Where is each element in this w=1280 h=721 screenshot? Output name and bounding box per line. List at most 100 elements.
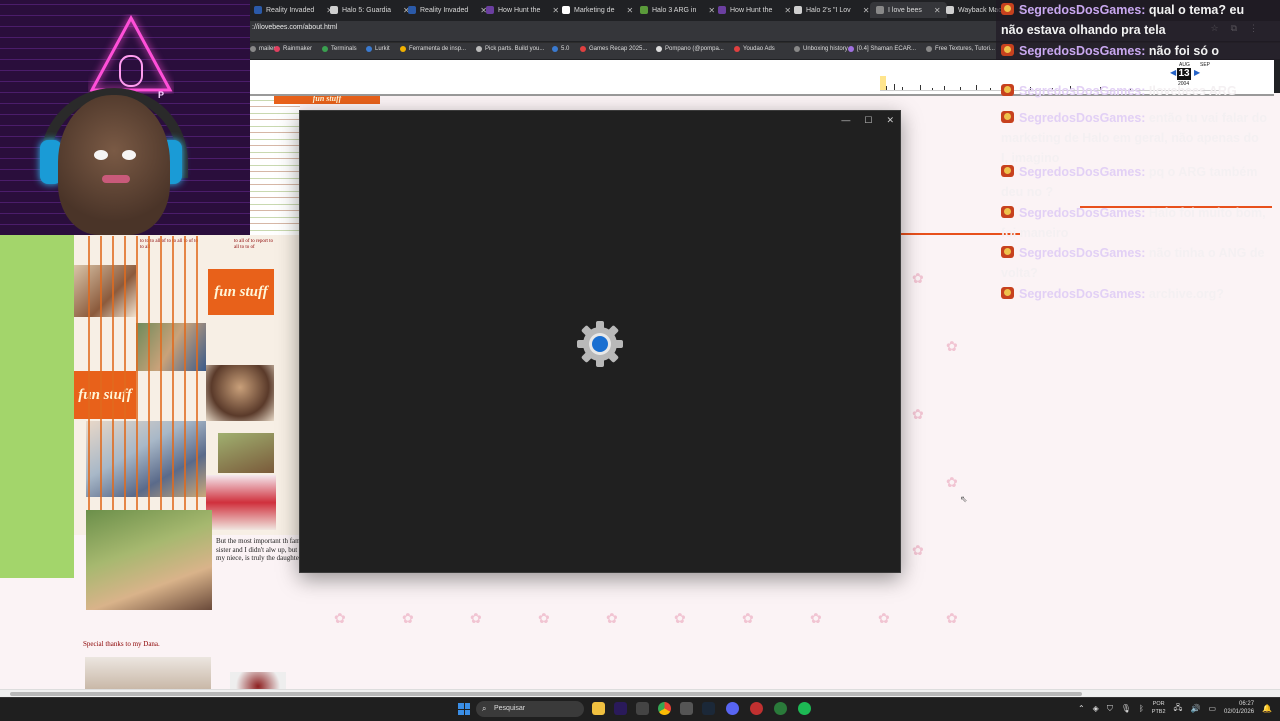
bookmark-favicon-icon (848, 46, 854, 52)
volume-icon[interactable]: 🔊 (1190, 704, 1200, 713)
bookmark-item[interactable]: Youdao Ads (734, 46, 775, 52)
app-icon[interactable] (750, 702, 763, 715)
chat-badge-icon (1001, 44, 1014, 56)
windows-start-icon[interactable] (458, 703, 470, 715)
bookmark-item[interactable]: Pick parts. Build you... (476, 46, 544, 52)
bookmark-item[interactable]: Terminals (322, 46, 357, 52)
microphone-icon[interactable]: 🎙 (1121, 704, 1131, 713)
taskbar-search[interactable]: ⌕ Pesquisar (476, 701, 584, 717)
maximize-icon[interactable]: ☐ (864, 115, 872, 126)
browser-tab[interactable]: I love bees ✕ (870, 2, 947, 18)
browser-tab[interactable]: Marketing de ✕ (562, 2, 633, 18)
fun-stuff-banner[interactable]: fun stuff (208, 269, 274, 315)
close-icon[interactable]: ✕ (886, 115, 894, 126)
bookmark-item[interactable]: Pompano (@pompa... (656, 46, 724, 52)
settings-gear-icon (577, 321, 623, 367)
photo-collage: to to to all of to to all to of to to al… (74, 235, 300, 535)
bookmark-favicon-icon (250, 46, 256, 52)
chat-username: SegredosDosGames: (1019, 165, 1146, 179)
tab-close-icon[interactable]: ✕ (863, 6, 870, 15)
furry-avatar-face (58, 95, 170, 235)
tray-app-icon[interactable]: ◈ (1093, 704, 1099, 713)
minimize-icon[interactable]: — (841, 115, 850, 126)
bee-pattern-icon: ✿ (810, 610, 822, 626)
bookmark-item[interactable]: Rainmaker (274, 46, 312, 52)
window-controls: — ☐ ✕ (841, 115, 894, 126)
tab-close-icon[interactable]: ✕ (784, 6, 791, 15)
bee-pattern-icon: ✿ (878, 610, 890, 626)
browser-tab[interactable]: Halo 3 ARG in ✕ (640, 2, 715, 18)
tab-label: Reality Invaded (420, 6, 469, 14)
fun-stuff-banner[interactable]: fun stuff (74, 371, 136, 419)
obs-icon[interactable] (680, 702, 693, 715)
notifications-icon[interactable]: 🔔 (1262, 704, 1272, 713)
bookmark-item[interactable]: mailer (250, 46, 275, 52)
chevron-up-icon[interactable]: ⌃ (1078, 704, 1085, 713)
bookmark-favicon-icon (926, 46, 932, 52)
browser-tab[interactable]: Reality Invaded✕ (408, 2, 487, 18)
chat-username: SegredosDosGames: (1019, 44, 1146, 58)
tab-favicon-icon (254, 6, 262, 14)
tab-favicon-icon (330, 6, 338, 14)
bookmark-label: mailer (259, 46, 276, 52)
bee-pattern-icon: ✿ (742, 610, 754, 626)
premiere-icon[interactable] (614, 702, 627, 715)
photo-girl-red (206, 475, 276, 530)
tab-close-icon[interactable]: ✕ (626, 6, 633, 15)
taskbar-clock[interactable]: 06:27 02/01/2026 (1224, 701, 1254, 716)
bookmark-item[interactable]: Free Textures, Tutori... (926, 46, 995, 52)
tab-close-icon[interactable]: ✕ (708, 6, 715, 15)
browser-tab[interactable]: Halo 2's "I Lov ✕ (794, 2, 869, 18)
discord-icon[interactable] (726, 702, 739, 715)
keyboard-layout: PTB2 (1151, 708, 1166, 715)
avatar-mouth (102, 175, 130, 183)
browser-tab[interactable]: How Hunt the ✕ (718, 2, 791, 18)
tab-close-icon[interactable]: ✕ (552, 6, 559, 15)
chat-badge-icon (1001, 206, 1014, 218)
bookmark-label: Games Recap 2025... (589, 46, 648, 52)
prev-capture-icon[interactable]: ◀ (1170, 68, 1176, 77)
battery-icon[interactable]: ▭ (1208, 704, 1216, 713)
scrollbar-thumb[interactable] (10, 692, 1082, 696)
settings-loading-window[interactable]: — ☐ ✕ (299, 110, 901, 573)
bookmark-item[interactable]: Lurkit (366, 46, 390, 52)
chat-message: SegredosDosGames: não tinha o ANG de vol… (1001, 243, 1269, 283)
bookmark-label: Pick parts. Build you... (485, 46, 545, 52)
notepad-icon[interactable] (636, 702, 649, 715)
chat-badge-icon (1001, 165, 1014, 177)
language-indicator[interactable]: POR PTB2 (1152, 701, 1166, 716)
bookmark-item[interactable]: Ferramenta de insp... (400, 46, 466, 52)
bookmark-item[interactable]: Unboxing history (794, 46, 848, 52)
bookmark-label: Lurkit (375, 46, 390, 52)
tab-label: How Hunt the (498, 6, 541, 14)
tab-close-icon[interactable]: ✕ (934, 6, 941, 15)
tab-label: Halo 3 ARG in (652, 6, 697, 14)
bookmark-label: [0.4] Shaman ECAR... (857, 46, 917, 52)
browser-tab[interactable]: How Hunt the ✕ (486, 2, 559, 18)
chat-badge-icon (1001, 3, 1014, 15)
bee-pattern-icon: ✿ (946, 610, 958, 626)
bookmark-item[interactable]: [0.4] Shaman ECAR... (848, 46, 916, 52)
steam-icon[interactable] (702, 702, 715, 715)
chrome-icon[interactable] (658, 702, 671, 715)
tab-label: I love bees (888, 6, 922, 14)
bookmark-favicon-icon (580, 46, 586, 52)
network-icon[interactable]: 🖧 (1174, 702, 1183, 716)
next-capture-icon[interactable]: ▶ (1194, 68, 1200, 77)
search-placeholder: Pesquisar (494, 705, 526, 712)
bee-pattern-icon: ✿ (912, 270, 924, 286)
spotify-icon[interactable] (798, 702, 811, 715)
special-thanks-text: Special thanks to my Dana. (83, 640, 160, 648)
bookmark-item[interactable]: 5.0 (552, 46, 569, 52)
file-explorer-icon[interactable] (592, 702, 605, 715)
app-icon[interactable] (774, 702, 787, 715)
tab-favicon-icon (486, 6, 494, 14)
bookmark-item[interactable]: Games Recap 2025... (580, 46, 647, 52)
url-text[interactable]: ://ilovebees.com/about.html (252, 24, 337, 31)
bluetooth-icon[interactable]: ᛒ (1139, 704, 1144, 713)
shield-icon[interactable]: ⛉ (1107, 704, 1113, 714)
bookmark-favicon-icon (274, 46, 280, 52)
browser-tab[interactable]: Halo 5: Guardia ✕ (330, 2, 410, 18)
chat-text: archive.org? (1148, 287, 1224, 301)
browser-tab[interactable]: Reality Invaded✕ (254, 2, 333, 18)
